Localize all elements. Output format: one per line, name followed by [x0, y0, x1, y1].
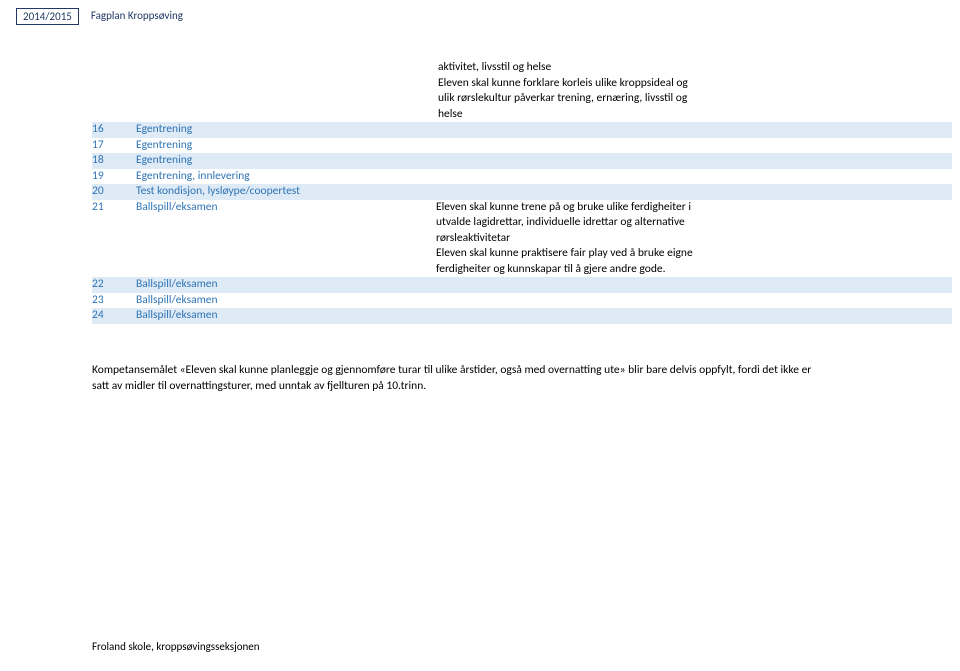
row-num: 21 — [92, 200, 136, 216]
desc-line: ferdigheiter og kunnskapar til å gjere a… — [436, 262, 948, 278]
row-num: 23 — [92, 293, 136, 309]
table-row: 21 Ballspill/eksamen Eleven skal kunne t… — [92, 200, 952, 278]
table-row: 22 Ballspill/eksamen — [92, 277, 952, 293]
row-topic: Egentrening — [136, 153, 436, 169]
page-credit: Froland skole, kroppsøvingsseksjonen — [92, 640, 260, 653]
row-topic: Egentrening, innlevering — [136, 169, 436, 185]
table-row: 20 Test kondisjon, lysløype/coopertest — [92, 184, 952, 200]
intro-line: ulik rørslekultur påverkar trening, ernæ… — [438, 91, 948, 107]
table-row: 16 Egentrening — [92, 122, 952, 138]
row-num: 20 — [92, 184, 136, 200]
year-box: 2014/2015 — [16, 8, 79, 25]
row-num: 22 — [92, 277, 136, 293]
table-row: 23 Ballspill/eksamen — [92, 293, 952, 309]
plan-table: 16 Egentrening 17 Egentrening 18 Egentre… — [92, 122, 952, 324]
footer-line: satt av midler til overnattingsturer, me… — [92, 379, 956, 395]
desc-line: utvalde lagidrettar, individuelle idrett… — [436, 215, 948, 231]
row-num: 19 — [92, 169, 136, 185]
year-text: 2014/2015 — [23, 10, 72, 23]
footer-line: Kompetansemålet «Eleven skal kunne planl… — [92, 363, 956, 379]
table-row: 24 Ballspill/eksamen — [92, 308, 952, 324]
row-num: 18 — [92, 153, 136, 169]
desc-line: Eleven skal kunne praktisere fair play v… — [436, 246, 948, 262]
document-title: Fagplan Kroppsøving — [91, 8, 183, 22]
desc-line: Eleven skal kunne trene på og bruke ulik… — [436, 200, 948, 216]
intro-line: aktivitet, livsstil og helse — [438, 60, 948, 76]
row-topic: Egentrening — [136, 138, 436, 154]
row-num: 24 — [92, 308, 136, 324]
table-row: 18 Egentrening — [92, 153, 952, 169]
row-num: 16 — [92, 122, 136, 138]
row-desc: Eleven skal kunne trene på og bruke ulik… — [436, 200, 952, 278]
row-topic: Ballspill/eksamen — [136, 277, 436, 293]
footer-paragraph: Kompetansemålet «Eleven skal kunne planl… — [92, 363, 956, 394]
intro-line: helse — [438, 107, 948, 123]
row-num: 17 — [92, 138, 136, 154]
page-header: 2014/2015 Fagplan Kroppsøving — [16, 8, 183, 25]
intro-line: Eleven skal kunne forklare korleis ulike… — [438, 76, 948, 92]
row-topic: Ballspill/eksamen — [136, 308, 436, 324]
row-topic: Test kondisjon, lysløype/coopertest — [136, 184, 436, 200]
row-topic: Egentrening — [136, 122, 436, 138]
row-topic: Ballspill/eksamen — [136, 200, 436, 216]
intro-paragraph: aktivitet, livsstil og helse Eleven skal… — [438, 60, 952, 122]
main-content: aktivitet, livsstil og helse Eleven skal… — [92, 60, 952, 324]
desc-line: rørsleaktivitetar — [436, 231, 948, 247]
table-row: 17 Egentrening — [92, 138, 952, 154]
table-row: 19 Egentrening, innlevering — [92, 169, 952, 185]
row-topic: Ballspill/eksamen — [136, 293, 436, 309]
